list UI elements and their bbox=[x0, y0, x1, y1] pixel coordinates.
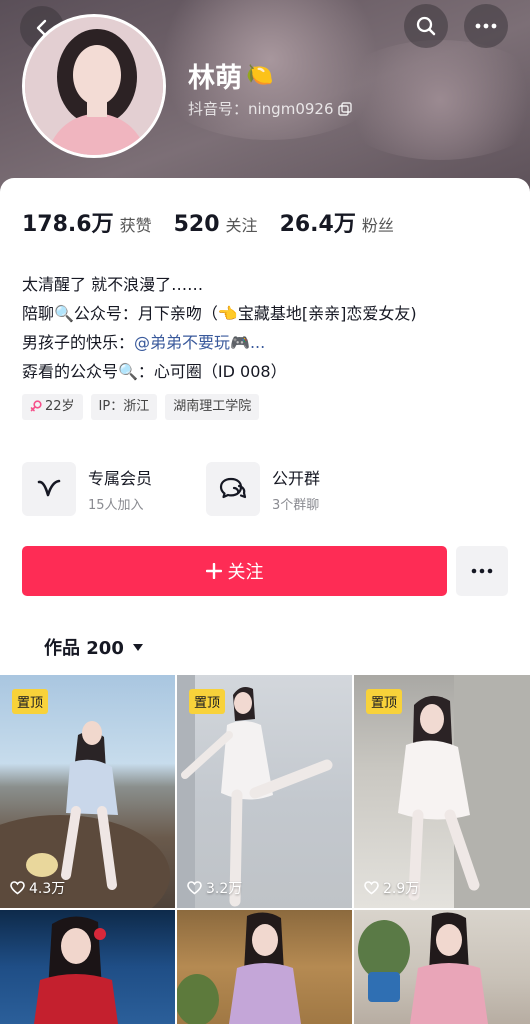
group-icon-box bbox=[206, 462, 260, 516]
lemon-emoji: 🍋 bbox=[246, 63, 274, 88]
video-thumbnail[interactable] bbox=[354, 910, 530, 1024]
member-icon-box bbox=[22, 462, 76, 516]
stats-row: 178.6万 获赞 520 关注 26.4万 粉丝 bbox=[22, 206, 416, 238]
avatar[interactable] bbox=[22, 14, 166, 158]
bio-line-3: 男孩子的快乐：@弟弟不要玩🎮... bbox=[22, 328, 512, 357]
profile-name-text: 林萌 bbox=[188, 63, 242, 94]
bio-line-4: 孬看的公众号🔍：心可圈（ID 008） bbox=[22, 362, 287, 381]
follow-more-button[interactable] bbox=[456, 546, 508, 596]
thumbnail-image bbox=[177, 912, 301, 1024]
stat-followers-value: 26.4万 bbox=[279, 212, 356, 237]
douyin-id[interactable]: 抖音号：ningm0926 bbox=[188, 98, 352, 119]
video-thumbnail[interactable]: 置顶 2.9万 bbox=[354, 675, 530, 908]
profile-page: 林萌 🍋 抖音号：ningm0926 178.6万 获赞 520 关注 26.4… bbox=[0, 0, 530, 1024]
search-icon bbox=[416, 16, 436, 36]
copy-icon bbox=[337, 101, 352, 116]
stat-following-value: 520 bbox=[173, 212, 220, 237]
likes-count-text: 4.3万 bbox=[29, 881, 66, 897]
plus-icon bbox=[205, 563, 222, 579]
heart-icon bbox=[364, 881, 379, 895]
stat-likes-label: 获赞 bbox=[119, 216, 152, 235]
stat-likes-value: 178.6万 bbox=[22, 212, 114, 237]
likes-count-text: 3.2万 bbox=[206, 881, 243, 897]
avatar-image bbox=[25, 17, 163, 155]
likes-count: 4.3万 bbox=[10, 878, 65, 898]
bio-line-3-prefix: 男孩子的快乐： bbox=[22, 333, 135, 352]
female-icon bbox=[30, 400, 42, 412]
member-entry[interactable]: 专属会员 15人加入 bbox=[22, 462, 152, 516]
tag-ip: IP：浙江 bbox=[90, 394, 158, 420]
tags-row: 22岁 IP：浙江 湖南理工学院 bbox=[22, 394, 260, 420]
pinned-badge: 置顶 bbox=[366, 689, 403, 714]
v-member-icon bbox=[37, 479, 61, 497]
video-thumbnail[interactable]: 置顶 4.3万 bbox=[0, 675, 175, 908]
heart-icon bbox=[10, 881, 25, 895]
likes-count: 3.2万 bbox=[187, 878, 242, 898]
tag-age: 22岁 bbox=[22, 394, 83, 420]
member-title: 专属会员 bbox=[88, 469, 153, 488]
video-grid: 置顶 4.3万 置顶 3.2万 置顶 2.9万 bbox=[0, 675, 530, 1024]
search-button[interactable] bbox=[404, 4, 448, 48]
bio-line-1: 太清醒了 就不浪漫了…… bbox=[22, 275, 204, 294]
stat-following[interactable]: 520 关注 bbox=[174, 212, 258, 237]
tab-works-label: 作品 200 bbox=[44, 638, 124, 659]
profile-card: 178.6万 获赞 520 关注 26.4万 粉丝 太清醒了 就不浪漫了…… 陪… bbox=[0, 178, 530, 678]
group-subtitle: 3个群聊 bbox=[272, 498, 320, 513]
follow-button-label: 关注 bbox=[227, 562, 264, 583]
thumbnail-image bbox=[34, 916, 118, 1024]
pinned-badge: 置顶 bbox=[189, 689, 226, 714]
stat-likes[interactable]: 178.6万 获赞 bbox=[22, 206, 152, 238]
bio-line-2: 陪聊🔍公众号：月下亲吻（👈宝藏基地[亲亲]恋爱女友) bbox=[22, 304, 417, 323]
tab-works[interactable]: 作品 200 bbox=[44, 634, 144, 660]
bio: 太清醒了 就不浪漫了…… 陪聊🔍公众号：月下亲吻（👈宝藏基地[亲亲]恋爱女友) … bbox=[22, 270, 512, 386]
likes-count: 2.9万 bbox=[364, 878, 419, 898]
profile-name: 林萌 🍋 bbox=[188, 56, 273, 95]
stat-following-label: 关注 bbox=[225, 216, 258, 235]
video-thumbnail[interactable]: 置顶 3.2万 bbox=[177, 675, 352, 908]
stat-followers[interactable]: 26.4万 粉丝 bbox=[280, 206, 394, 238]
bio-mention-link[interactable]: @弟弟不要玩🎮... bbox=[134, 333, 265, 352]
member-subtitle: 15人加入 bbox=[88, 498, 144, 513]
group-entry[interactable]: 公开群 3个群聊 bbox=[206, 462, 320, 516]
more-dots-icon bbox=[471, 568, 493, 574]
heart-icon bbox=[187, 881, 202, 895]
likes-count-text: 2.9万 bbox=[383, 881, 420, 897]
video-thumbnail[interactable] bbox=[177, 910, 352, 1024]
tag-school[interactable]: 湖南理工学院 bbox=[165, 394, 260, 420]
video-thumbnail[interactable] bbox=[0, 910, 175, 1024]
stat-followers-label: 粉丝 bbox=[361, 216, 394, 235]
more-options-button[interactable] bbox=[464, 4, 508, 48]
more-dots-icon bbox=[475, 23, 497, 29]
chat-group-icon bbox=[219, 477, 247, 499]
douyin-id-text: 抖音号：ningm0926 bbox=[188, 100, 334, 118]
group-title: 公开群 bbox=[272, 469, 321, 488]
pinned-badge: 置顶 bbox=[12, 689, 49, 714]
caret-down-icon bbox=[132, 643, 143, 651]
tag-age-text: 22岁 bbox=[45, 399, 75, 414]
thumbnail-image bbox=[358, 912, 488, 1024]
follow-button[interactable]: 关注 bbox=[22, 546, 447, 596]
